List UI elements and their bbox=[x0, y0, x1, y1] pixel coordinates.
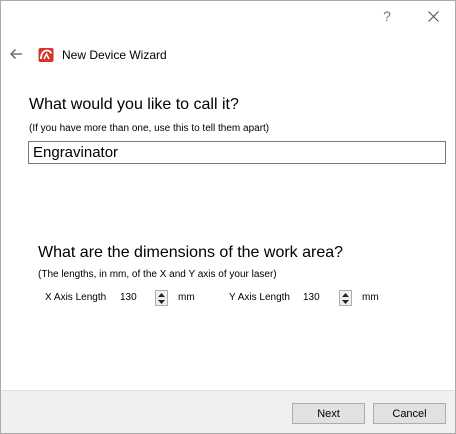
x-axis-label: X Axis Length bbox=[45, 292, 107, 303]
cancel-button[interactable]: Cancel bbox=[373, 403, 446, 424]
wizard-window: ? New Device Wizard What would you like … bbox=[0, 0, 456, 434]
caret-up-icon bbox=[342, 292, 349, 297]
back-button[interactable] bbox=[5, 43, 27, 65]
title-bar: ? bbox=[1, 1, 455, 31]
device-name-input[interactable] bbox=[28, 141, 446, 164]
y-axis-label: Y Axis Length bbox=[229, 292, 290, 303]
caret-up-icon bbox=[158, 292, 165, 297]
y-axis-spinner bbox=[339, 290, 352, 306]
caret-down-icon bbox=[342, 299, 349, 304]
x-axis-spinner bbox=[155, 290, 168, 306]
dimensions-question-hint: (The lengths, in mm, of the X and Y axis… bbox=[38, 269, 277, 280]
dimensions-question-heading: What are the dimensions of the work area… bbox=[38, 244, 344, 261]
close-button[interactable] bbox=[420, 4, 446, 28]
help-button[interactable]: ? bbox=[374, 4, 400, 28]
x-axis-unit: mm bbox=[178, 292, 195, 303]
wizard-header: New Device Wizard bbox=[1, 39, 455, 71]
help-glyph: ? bbox=[383, 8, 391, 24]
name-question-heading: What would you like to call it? bbox=[29, 96, 239, 113]
y-axis-unit: mm bbox=[362, 292, 379, 303]
y-axis-increment-button[interactable] bbox=[340, 291, 351, 298]
x-axis-decrement-button[interactable] bbox=[156, 298, 167, 305]
caret-down-icon bbox=[158, 299, 165, 304]
x-axis-value[interactable]: 130 bbox=[120, 292, 137, 303]
name-question-hint: (If you have more than one, use this to … bbox=[29, 123, 270, 134]
y-axis-value[interactable]: 130 bbox=[303, 292, 320, 303]
wizard-title: New Device Wizard bbox=[62, 48, 167, 62]
x-axis-increment-button[interactable] bbox=[156, 291, 167, 298]
wizard-footer: Next Cancel bbox=[1, 390, 455, 433]
app-logo-icon bbox=[38, 48, 54, 62]
close-icon bbox=[427, 10, 439, 22]
arrow-left-icon bbox=[9, 48, 22, 60]
next-button[interactable]: Next bbox=[292, 403, 365, 424]
y-axis-decrement-button[interactable] bbox=[340, 298, 351, 305]
